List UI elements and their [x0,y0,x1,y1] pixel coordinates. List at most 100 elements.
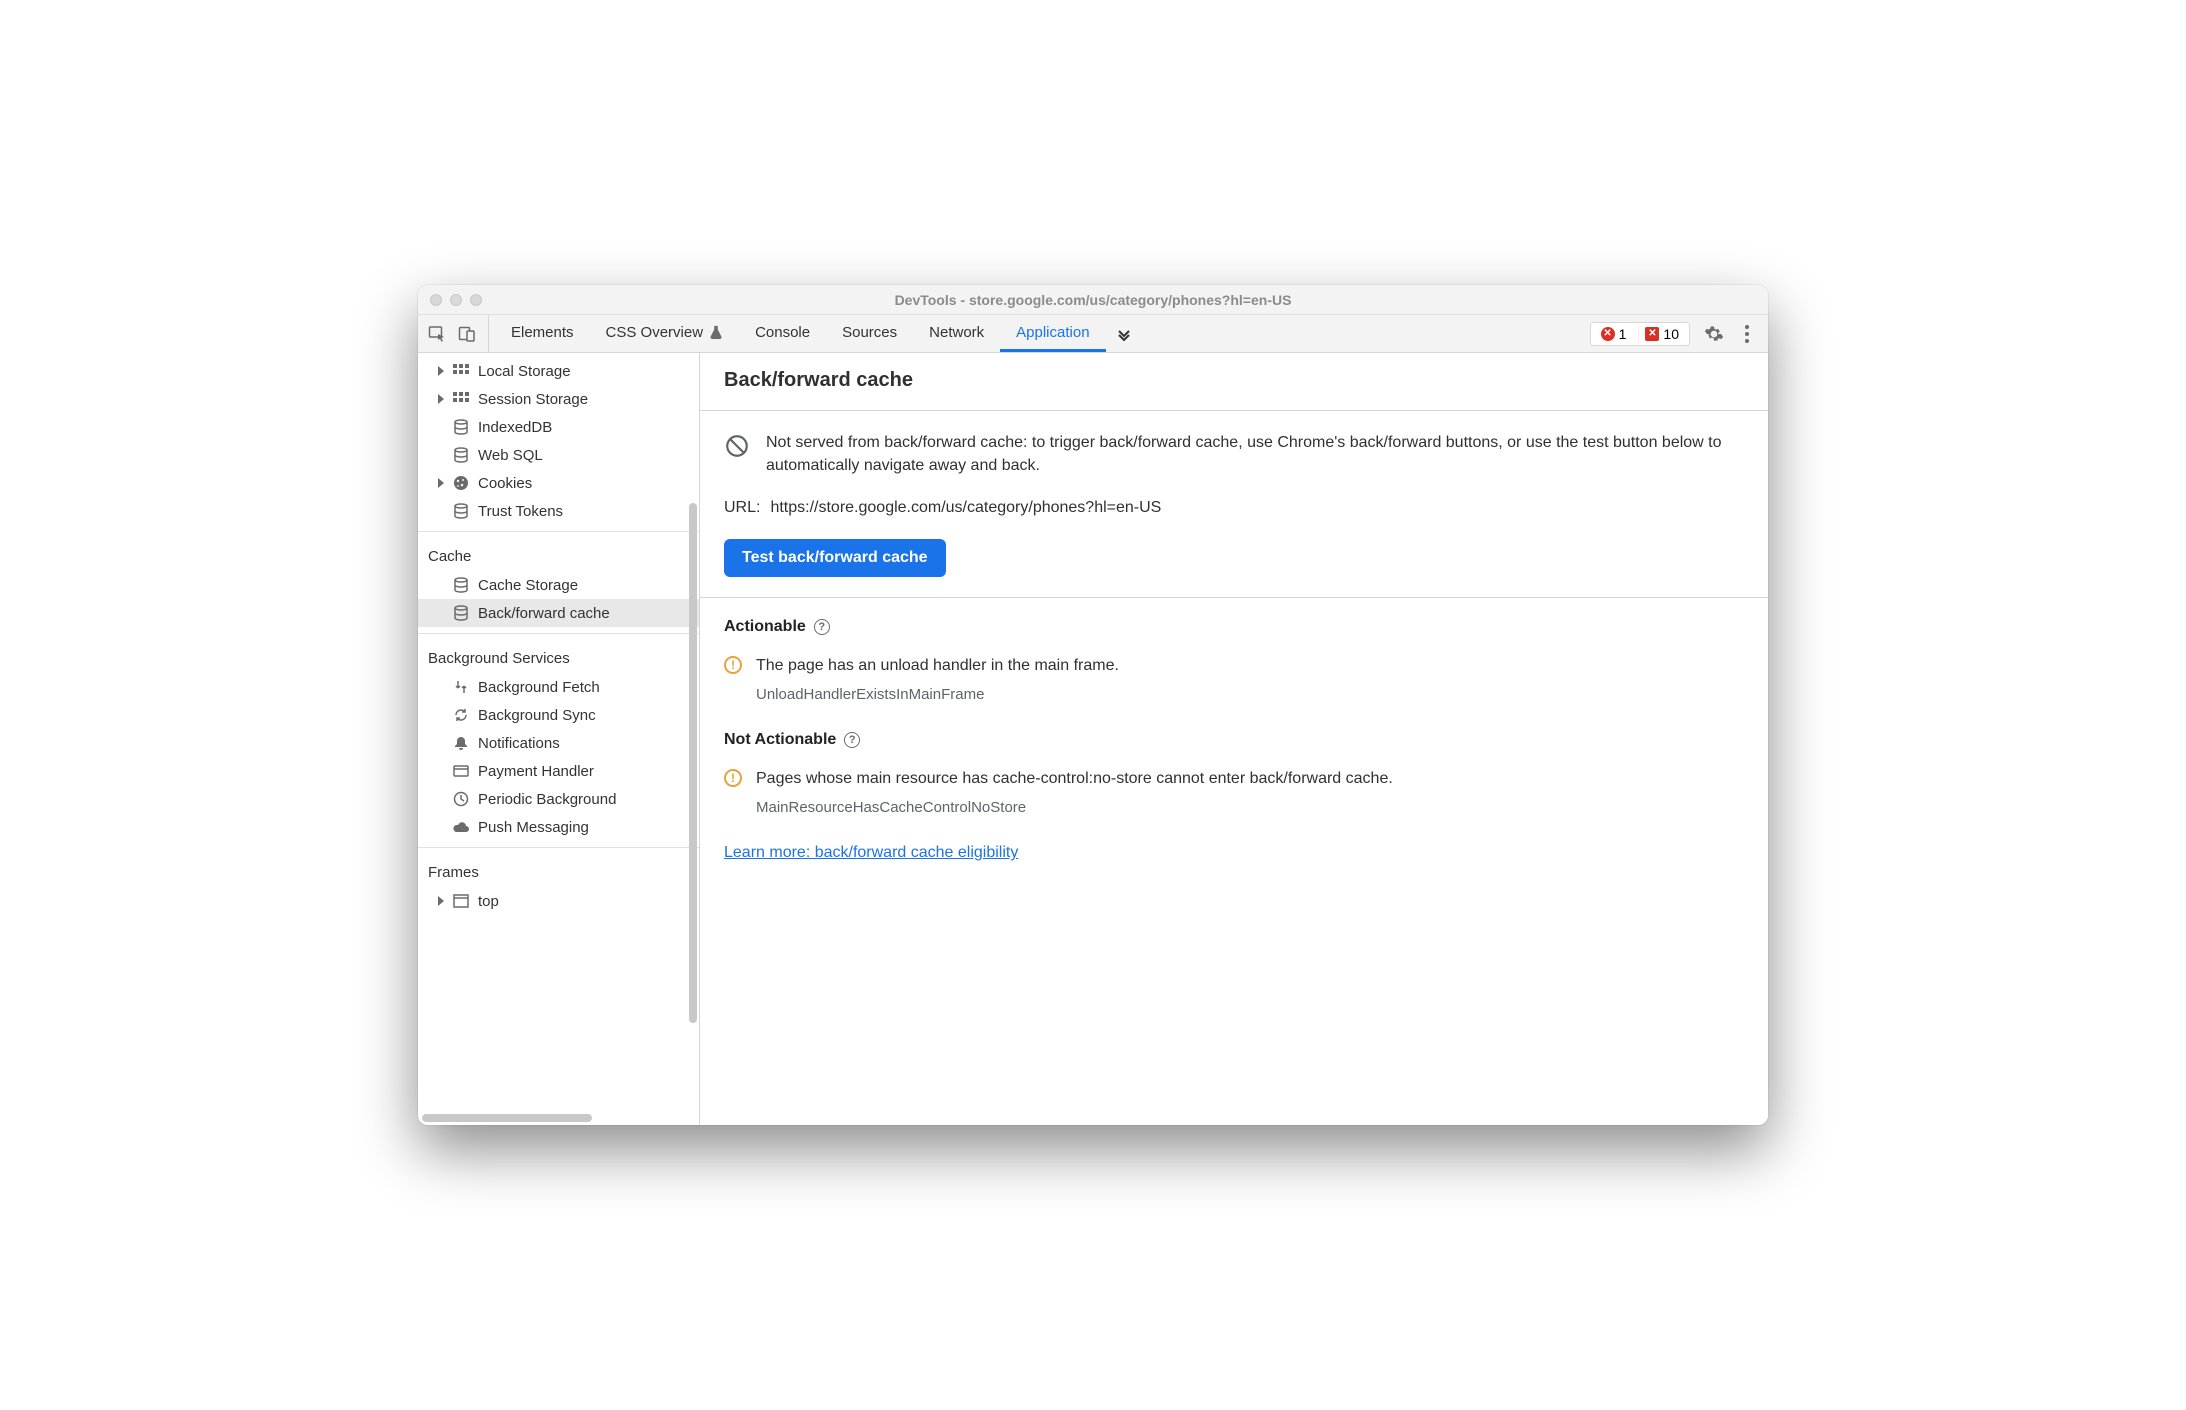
sidebar-item-label: Push Messaging [478,819,589,836]
sidebar-item-cookies[interactable]: Cookies [418,469,699,497]
sidebar-item-label: Local Storage [478,363,571,380]
issue-code: MainResourceHasCacheControlNoStore [756,799,1744,816]
sidebar-item-label: Cookies [478,475,532,492]
sidebar-item-label: Notifications [478,735,560,752]
sidebar-item-session-storage[interactable]: Session Storage [418,385,699,413]
db-stack-icon [452,576,470,594]
sidebar-item-notifications[interactable]: Notifications [418,729,699,757]
sidebar-horizontal-scrollbar[interactable] [418,1111,699,1125]
minimize-window-icon[interactable] [450,294,462,306]
issue-counts[interactable]: ✕ 1 ✕ 10 [1590,322,1690,346]
close-window-icon[interactable] [430,294,442,306]
device-toolbar-icon[interactable] [456,323,478,345]
warning-icon: ! [724,769,742,787]
window-title: DevTools - store.google.com/us/category/… [418,292,1768,308]
sidebar-item-payment-handler[interactable]: Payment Handler [418,757,699,785]
sidebar-section-background: Background Services [418,640,699,673]
tab-console[interactable]: Console [739,315,826,352]
notice-text: Not served from back/forward cache: to t… [766,431,1744,477]
issue-row: ! Pages whose main resource has cache-co… [724,767,1744,791]
sidebar-item-label: IndexedDB [478,419,552,436]
devtools-window: DevTools - store.google.com/us/category/… [418,285,1768,1125]
url-label: URL: [724,499,760,517]
sidebar-item-indexeddb[interactable]: IndexedDB [418,413,699,441]
db-stack-icon [452,604,470,622]
bell-icon [452,734,470,752]
tab-network[interactable]: Network [913,315,1000,352]
group-actionable-title: Actionable ? [724,618,1744,636]
bfcache-notice: Not served from back/forward cache: to t… [724,431,1744,477]
sidebar-section-frames: Frames [418,854,699,887]
expand-arrow-icon [438,896,444,906]
url-value: https://store.google.com/us/category/pho… [770,499,1161,517]
frame-icon [452,892,470,910]
page-title: Back/forward cache [724,369,1744,392]
sidebar-item-label: Payment Handler [478,763,594,780]
tab-application[interactable]: Application [1000,315,1105,352]
content-header: Back/forward cache [700,353,1768,411]
sidebar-item-label: top [478,893,499,910]
issue-code: UnloadHandlerExistsInMainFrame [756,686,1744,703]
sidebar-item-label: Cache Storage [478,577,578,594]
tab-sources[interactable]: Sources [826,315,913,352]
fetch-icon [452,678,470,696]
application-sidebar: Local Storage Session Storage IndexedDB [418,353,700,1125]
inspect-element-icon[interactable] [426,323,448,345]
settings-button[interactable] [1698,324,1730,344]
db-stack-icon [452,502,470,520]
card-icon [452,762,470,780]
sidebar-item-bg-sync[interactable]: Background Sync [418,701,699,729]
warning-icon: ! [724,656,742,674]
expand-arrow-icon [438,366,444,376]
blocked-icon: ✕ [1645,327,1659,341]
db-stack-icon [452,418,470,436]
db-stack-icon [452,446,470,464]
sidebar-item-label: Session Storage [478,391,588,408]
experiment-icon [709,325,723,339]
clock-icon [452,790,470,808]
learn-more-link[interactable]: Learn more: back/forward cache eligibili… [724,844,1744,862]
tab-css-overview[interactable]: CSS Overview [590,315,740,352]
sidebar-item-label: Background Fetch [478,679,600,696]
sidebar-item-websql[interactable]: Web SQL [418,441,699,469]
sidebar-item-top-frame[interactable]: top [418,887,699,915]
expand-arrow-icon [438,394,444,404]
help-icon[interactable]: ? [814,619,830,635]
group-not-actionable-title: Not Actionable ? [724,731,1744,749]
sidebar-item-cache-storage[interactable]: Cache Storage [418,571,699,599]
help-icon[interactable]: ? [844,732,860,748]
tabstrip: Elements CSS Overview Console Sources Ne… [418,315,1768,353]
sidebar-item-trust-tokens[interactable]: Trust Tokens [418,497,699,525]
main-content: Back/forward cache Not served from back/… [700,353,1768,1125]
kebab-menu-button[interactable] [1738,324,1756,344]
window-controls [430,294,482,306]
storage-grid-icon [452,390,470,408]
sidebar-item-bg-fetch[interactable]: Background Fetch [418,673,699,701]
sidebar-item-local-storage[interactable]: Local Storage [418,357,699,385]
sync-icon [452,706,470,724]
titlebar: DevTools - store.google.com/us/category/… [418,285,1768,315]
issue-text: Pages whose main resource has cache-cont… [756,767,1393,791]
sidebar-item-label: Background Sync [478,707,596,724]
error-icon: ✕ [1601,327,1615,341]
sidebar-section-cache: Cache [418,538,699,571]
sidebar-item-label: Back/forward cache [478,605,610,622]
issue-row: ! The page has an unload handler in the … [724,654,1744,678]
more-tabs-button[interactable] [1106,315,1142,352]
tab-elements[interactable]: Elements [495,315,590,352]
sidebar-item-bf-cache[interactable]: Back/forward cache [418,599,699,627]
sidebar-item-push-messaging[interactable]: Push Messaging [418,813,699,841]
sidebar-item-periodic-bg[interactable]: Periodic Background [418,785,699,813]
cookie-icon [452,474,470,492]
sidebar-vertical-scrollbar[interactable] [689,503,697,1023]
test-bfcache-button[interactable]: Test back/forward cache [724,539,946,577]
storage-grid-icon [452,362,470,380]
error-count[interactable]: ✕ 1 [1595,325,1633,343]
prohibited-icon [724,433,750,477]
sidebar-item-label: Trust Tokens [478,503,563,520]
expand-arrow-icon [438,478,444,488]
sidebar-item-label: Periodic Background [478,791,616,808]
zoom-window-icon[interactable] [470,294,482,306]
blocked-count[interactable]: ✕ 10 [1638,325,1685,343]
cloud-icon [452,818,470,836]
